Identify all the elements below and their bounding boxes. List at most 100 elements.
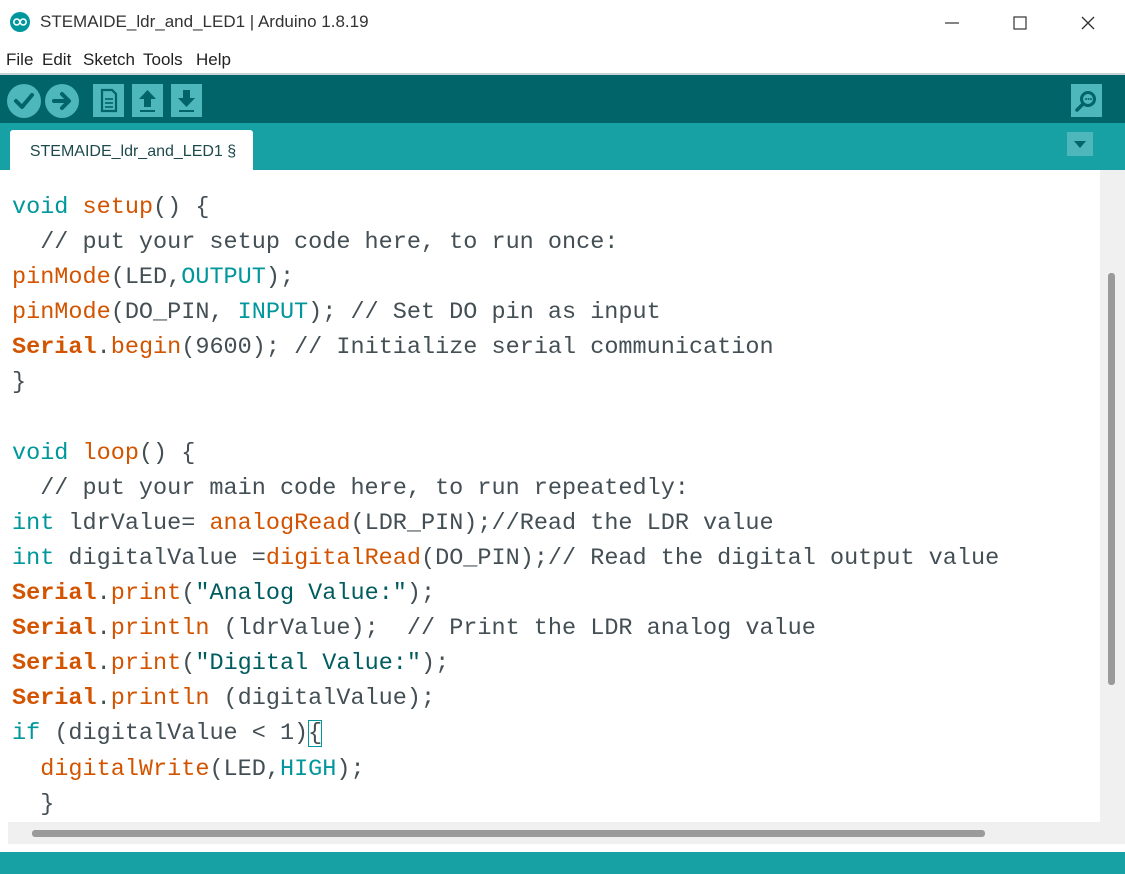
code-token: ldrValue= bbox=[54, 509, 210, 537]
code-token: (digitalValue); bbox=[209, 685, 436, 713]
verify-button[interactable] bbox=[7, 84, 41, 118]
save-icon bbox=[178, 90, 195, 112]
code-line[interactable]: Serial.print("Analog Value:"); bbox=[12, 576, 999, 611]
upload-icon bbox=[52, 92, 71, 110]
code-token: HIGH bbox=[279, 755, 337, 783]
code-token: () { bbox=[153, 194, 210, 221]
code-line[interactable]: int ldrValue= analogRead(LDR_PIN);//Read… bbox=[12, 506, 999, 541]
code-token: ( bbox=[181, 650, 196, 678]
code-token: // Print the LDR analog value bbox=[406, 615, 816, 643]
code-token: { bbox=[308, 720, 323, 748]
code-line[interactable]: Serial.println (ldrValue); // Print the … bbox=[12, 611, 999, 646]
code-token: Serial bbox=[12, 615, 97, 643]
chevron-down-icon bbox=[1074, 141, 1086, 148]
code-token: . bbox=[96, 615, 111, 643]
minimize-button[interactable] bbox=[918, 0, 986, 46]
code-token: println bbox=[110, 685, 210, 713]
code-line[interactable]: } bbox=[12, 365, 999, 400]
code-token: digitalValue = bbox=[54, 544, 266, 572]
code-token: void bbox=[12, 439, 69, 467]
code-line[interactable]: void loop() { bbox=[12, 436, 999, 471]
maximize-button[interactable] bbox=[986, 0, 1054, 46]
code-token: (DO_PIN); bbox=[421, 544, 548, 572]
code-token: // put your main code here, to run repea… bbox=[12, 474, 689, 502]
code-token: . bbox=[96, 685, 111, 713]
code-line[interactable]: digitalWrite(LED,HIGH); bbox=[12, 752, 999, 787]
code-line[interactable]: // put your setup code here, to run once… bbox=[12, 225, 999, 260]
status-bar bbox=[0, 852, 1125, 874]
new-icon bbox=[100, 88, 118, 113]
code-token: digitalRead bbox=[265, 544, 421, 572]
code-line[interactable]: Serial.begin(9600); // Initialize serial… bbox=[12, 330, 999, 365]
toolbar bbox=[0, 73, 1125, 123]
vertical-scrollbar-thumb[interactable] bbox=[1108, 273, 1115, 685]
new-button[interactable] bbox=[93, 84, 124, 117]
menu-bar: File Edit Sketch Tools Help bbox=[0, 46, 1125, 73]
code-line[interactable]: pinMode(DO_PIN, INPUT); // Set DO pin as… bbox=[12, 295, 999, 330]
code-token: ); bbox=[336, 755, 365, 783]
code-line[interactable]: if (digitalValue < 1){ bbox=[12, 716, 999, 751]
code-line[interactable]: int digitalValue =digitalRead(DO_PIN);//… bbox=[12, 541, 999, 576]
code-token: (ldrValue); bbox=[209, 615, 407, 643]
code-token: analogRead bbox=[209, 509, 351, 537]
code-token: println bbox=[110, 615, 210, 643]
code-line[interactable] bbox=[12, 401, 999, 436]
code-token: } bbox=[12, 790, 55, 818]
code-token: ); bbox=[308, 299, 351, 327]
arduino-icon bbox=[10, 12, 30, 32]
code-line[interactable]: Serial.print("Digital Value:"); bbox=[12, 646, 999, 681]
maximize-icon bbox=[1013, 16, 1027, 30]
title-bar: STEMAIDE_ldr_and_LED1 | Arduino 1.8.19 bbox=[0, 0, 1125, 46]
code-token: pinMode bbox=[12, 299, 111, 327]
tab-sketch[interactable]: STEMAIDE_ldr_and_LED1 § bbox=[10, 130, 253, 170]
code-token: begin bbox=[110, 334, 182, 362]
code-token: // Read the digital output value bbox=[547, 544, 1000, 572]
upload-button[interactable] bbox=[45, 84, 79, 118]
code-editor[interactable]: void setup() { // put your setup code he… bbox=[0, 170, 1125, 852]
save-button[interactable] bbox=[171, 84, 202, 117]
code-token: //Read the LDR value bbox=[491, 509, 774, 537]
code-token: () { bbox=[138, 439, 196, 467]
open-button[interactable] bbox=[132, 84, 163, 117]
tab-menu-button[interactable] bbox=[1067, 132, 1093, 156]
close-button[interactable] bbox=[1054, 0, 1122, 46]
code-token: INPUT bbox=[237, 299, 309, 327]
code-token: "Digital Value:" bbox=[195, 650, 421, 678]
code-token: . bbox=[96, 334, 111, 362]
code-token: ); bbox=[406, 580, 436, 608]
serial-monitor-button[interactable] bbox=[1071, 84, 1102, 117]
code-token: ( bbox=[181, 580, 196, 608]
code-token: void bbox=[12, 194, 69, 221]
code-line[interactable]: } bbox=[12, 787, 999, 822]
code-token: int bbox=[12, 509, 55, 537]
editor-gutter bbox=[0, 822, 8, 844]
code-line[interactable]: pinMode(LED,OUTPUT); bbox=[12, 260, 999, 295]
menu-help[interactable]: Help bbox=[196, 50, 231, 70]
code-token: // put your setup code here, to run once… bbox=[12, 229, 619, 257]
code-line[interactable]: // put your main code here, to run repea… bbox=[12, 471, 999, 506]
code-token: ); bbox=[265, 264, 295, 292]
code-token: (LDR_PIN); bbox=[350, 509, 492, 537]
close-icon bbox=[1081, 16, 1095, 30]
code-token: loop bbox=[82, 439, 139, 467]
horizontal-scrollbar-thumb[interactable] bbox=[32, 830, 985, 837]
window-title: STEMAIDE_ldr_and_LED1 | Arduino 1.8.19 bbox=[40, 12, 369, 31]
menu-file[interactable]: File bbox=[6, 50, 33, 70]
code-text[interactable]: void setup() { // put your setup code he… bbox=[12, 190, 999, 822]
serial-monitor-icon bbox=[1075, 91, 1096, 112]
menu-sketch[interactable]: Sketch bbox=[83, 50, 135, 70]
code-token: OUTPUT bbox=[181, 264, 266, 292]
code-line[interactable]: void setup() { bbox=[12, 190, 999, 225]
code-line[interactable]: Serial.println (digitalValue); bbox=[12, 681, 999, 716]
minimize-icon bbox=[945, 22, 959, 24]
menu-edit[interactable]: Edit bbox=[42, 50, 71, 70]
menu-tools[interactable]: Tools bbox=[143, 50, 183, 70]
code-token: (LED, bbox=[110, 264, 182, 292]
tab-bar: STEMAIDE_ldr_and_LED1 § bbox=[0, 123, 1125, 170]
code-token: Serial bbox=[12, 580, 97, 608]
code-token: (9600); bbox=[181, 334, 295, 362]
code-token: (LED, bbox=[209, 755, 280, 783]
code-token: . bbox=[96, 650, 111, 678]
